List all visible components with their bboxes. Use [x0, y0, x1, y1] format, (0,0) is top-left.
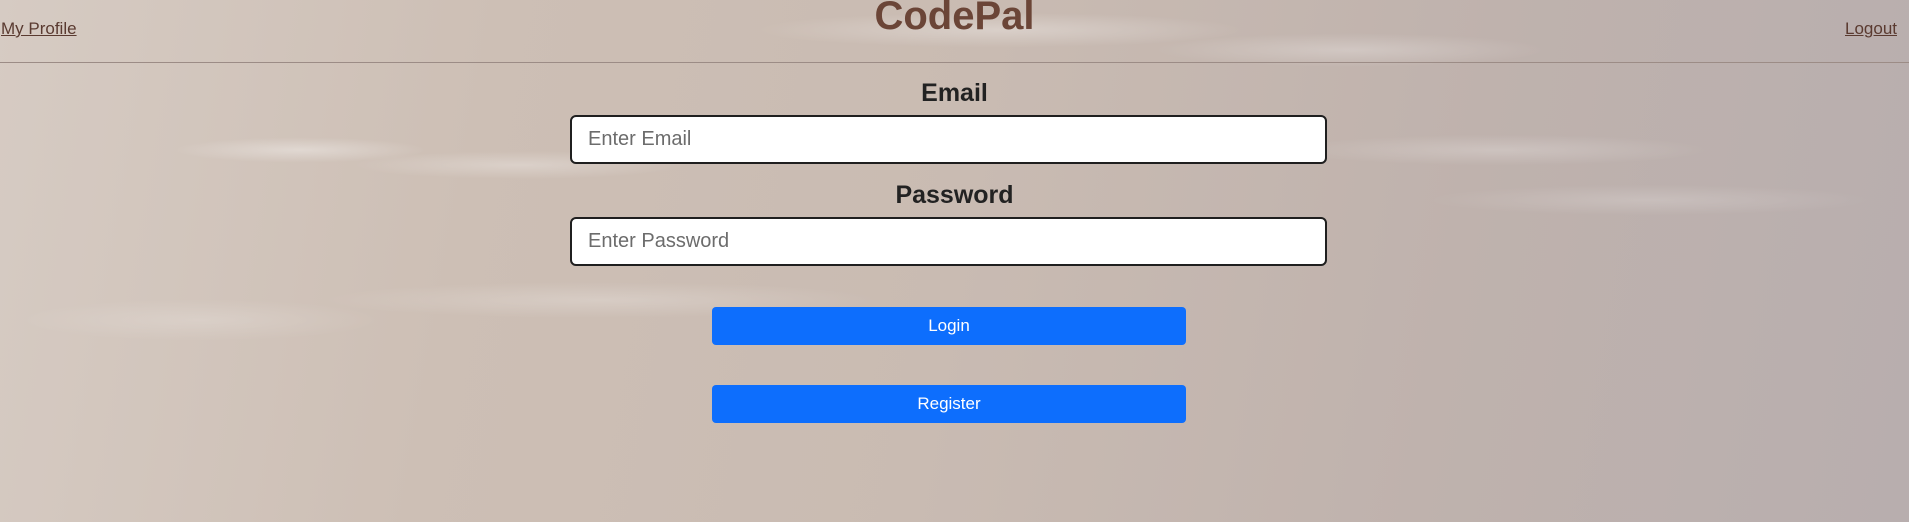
password-input[interactable] — [570, 217, 1327, 266]
brand-title: CodePal — [874, 0, 1035, 38]
password-label: Password — [895, 181, 1014, 209]
top-navbar: My Profile CodePal Logout — [0, 0, 1909, 63]
email-input[interactable] — [570, 115, 1327, 164]
login-button[interactable]: Login — [712, 307, 1186, 345]
logout-link[interactable]: Logout — [1845, 19, 1897, 39]
register-button[interactable]: Register — [712, 385, 1186, 423]
email-label: Email — [921, 79, 988, 107]
